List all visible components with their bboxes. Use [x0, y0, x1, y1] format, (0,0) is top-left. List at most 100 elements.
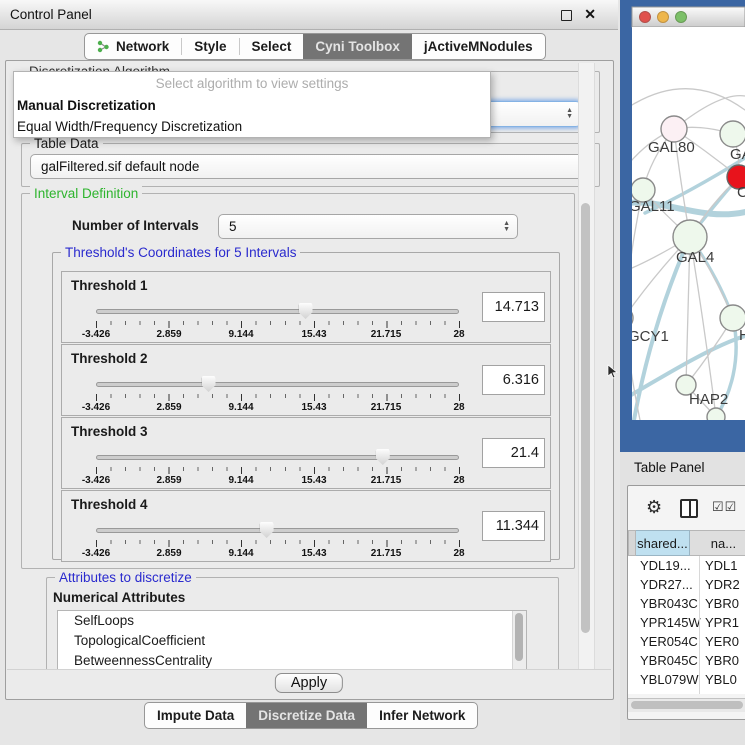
tab-label: Infer Network: [379, 708, 465, 723]
slider-track[interactable]: [96, 309, 459, 314]
tick-label: -3.426: [82, 329, 110, 340]
tab-infer-network[interactable]: Infer Network: [367, 703, 477, 728]
node-label: GAL4: [676, 249, 714, 266]
table-row[interactable]: YBR043CYBR0: [628, 594, 745, 613]
cell: YBR0: [699, 651, 739, 670]
slider-track[interactable]: [96, 382, 459, 387]
tab-network[interactable]: Network: [85, 34, 181, 59]
tick-label: 2.859: [156, 475, 181, 486]
tab-jactivemnodules[interactable]: jActiveMNodules: [412, 34, 545, 59]
tick-label: 21.715: [371, 329, 402, 340]
threshold-slider[interactable]: [96, 302, 459, 320]
cell: YER0: [699, 632, 739, 651]
threshold-value-field[interactable]: 21.4: [482, 438, 545, 468]
slider-ticks: [96, 467, 460, 474]
list-scrollbar[interactable]: [512, 611, 526, 671]
numerical-attributes-list[interactable]: SelfLoops TopologicalCoefficient Between…: [57, 610, 527, 672]
thresholds-group-label: Threshold's Coordinates for 5 Intervals: [61, 245, 300, 260]
tab-label: Select: [252, 39, 292, 54]
cell: YBR045C: [628, 651, 699, 670]
panel-title: Control Panel: [10, 0, 92, 29]
tab-style[interactable]: Style: [182, 34, 238, 59]
scrollbar-thumb[interactable]: [581, 203, 590, 633]
tab-label: jActiveMNodules: [424, 39, 533, 54]
dropdown-item-manual-discretization[interactable]: Manual Discretization: [14, 95, 490, 116]
minimize-traffic-light[interactable]: [658, 12, 669, 23]
apply-button[interactable]: Apply: [275, 673, 343, 693]
interval-definition-group: Interval Definition Number of Intervals …: [21, 193, 575, 569]
dropdown-item-equal-width-frequency[interactable]: Equal Width/Frequency Discretization: [14, 116, 490, 137]
cell: YLR3: [699, 689, 738, 694]
table-row[interactable]: YDL19...YDL1: [628, 556, 745, 575]
list-item[interactable]: BetweennessCentrality: [58, 651, 526, 671]
table-panel-title: Table Panel: [634, 460, 705, 475]
tick-label: 9.144: [228, 402, 253, 413]
select-columns-icon[interactable]: ☑☑: [712, 499, 737, 515]
tick-label: 15.43: [301, 329, 326, 340]
maximize-traffic-light[interactable]: [676, 12, 687, 23]
node-label: HIS: [739, 327, 745, 344]
number-of-intervals-combobox[interactable]: 5 ▲▼: [218, 214, 518, 239]
cyni-toolbox-panel: Discretization Algorithm ▲▼ Select algor…: [5, 60, 614, 700]
list-item[interactable]: TopologicalCoefficient: [58, 631, 526, 651]
close-traffic-light[interactable]: [640, 12, 651, 23]
table-horizontal-scrollbar[interactable]: [628, 698, 745, 712]
tick-label: 28: [453, 329, 464, 340]
tick-label: 15.43: [301, 475, 326, 486]
tab-discretize-data[interactable]: Discretize Data: [246, 703, 367, 728]
tab-label: Style: [194, 39, 226, 54]
threshold-3-panel: Threshold 3 -3.426 2.859 9.144 15.43 21.…: [61, 417, 551, 489]
table-data-group: Table Data galFiltered.sif default node …: [21, 143, 600, 187]
slider-ticks: [96, 321, 460, 328]
control-panel-tabs: Network Style Select Cyni Toolbox jActiv…: [84, 33, 546, 60]
slider-track[interactable]: [96, 455, 459, 460]
cell: YDL1: [699, 556, 738, 575]
threshold-value-field[interactable]: 14.713: [482, 292, 545, 322]
table-row[interactable]: YLR345WYLR3: [628, 689, 745, 694]
slider-thumb[interactable]: [376, 449, 390, 465]
gear-icon[interactable]: ⚙: [646, 496, 662, 518]
column-settings-icon[interactable]: [680, 499, 698, 518]
slider-thumb[interactable]: [260, 522, 274, 538]
table-row[interactable]: YPR145WYPR1: [628, 613, 745, 632]
tick-label: -3.426: [82, 548, 110, 559]
slider-thumb[interactable]: [299, 303, 313, 319]
threshold-slider[interactable]: [96, 521, 459, 539]
column-header-name[interactable]: na...: [690, 530, 745, 556]
thresholds-group: Threshold's Coordinates for 5 Intervals …: [52, 252, 560, 560]
table-row[interactable]: YBR045CYBR0: [628, 651, 745, 670]
scrollbar-thumb[interactable]: [631, 701, 743, 709]
table-data-combobox[interactable]: galFiltered.sif default node ▲▼: [30, 154, 592, 179]
scrollbar-thumb[interactable]: [515, 613, 523, 661]
attributes-group-label: Attributes to discretize: [55, 570, 196, 585]
table-header: shared... na...: [628, 530, 745, 556]
threshold-value-field[interactable]: 11.344: [482, 511, 545, 541]
content-scrollbar[interactable]: [578, 63, 595, 695]
node-gal-partial[interactable]: [720, 121, 745, 147]
slider-thumb[interactable]: [202, 376, 216, 392]
table-row[interactable]: YER054CYER0: [628, 632, 745, 651]
slider-track[interactable]: [96, 528, 459, 533]
column-header-shared-name[interactable]: shared...: [636, 530, 690, 556]
network-view-window[interactable]: GAL80 GAL CYC GAL11 GAL4 GCY1 HIS HAP2: [620, 0, 745, 452]
tab-cyni-toolbox[interactable]: Cyni Toolbox: [303, 34, 412, 59]
tab-select[interactable]: Select: [240, 34, 304, 59]
dropdown-prompt-item[interactable]: Select algorithm to view settings: [14, 72, 490, 95]
node-label: GAL: [730, 146, 745, 163]
tick-label: 15.43: [301, 548, 326, 559]
table-row[interactable]: YDR27...YDR2: [628, 575, 745, 594]
table-row[interactable]: YBL079WYBL0: [628, 670, 745, 689]
mouse-cursor: [607, 364, 619, 380]
threshold-value-field[interactable]: 6.316: [482, 365, 545, 395]
float-window-icon[interactable]: [561, 10, 572, 21]
node-label: HAP2: [689, 391, 728, 408]
tick-label: 28: [453, 402, 464, 413]
list-item[interactable]: SelfLoops: [58, 611, 526, 631]
threshold-slider[interactable]: [96, 375, 459, 393]
tick-label: -3.426: [82, 402, 110, 413]
close-icon[interactable]: ✕: [584, 0, 596, 29]
tab-impute-data[interactable]: Impute Data: [145, 703, 246, 728]
threshold-slider[interactable]: [96, 448, 459, 466]
tick-label: 9.144: [228, 329, 253, 340]
cell: YER054C: [628, 632, 699, 651]
